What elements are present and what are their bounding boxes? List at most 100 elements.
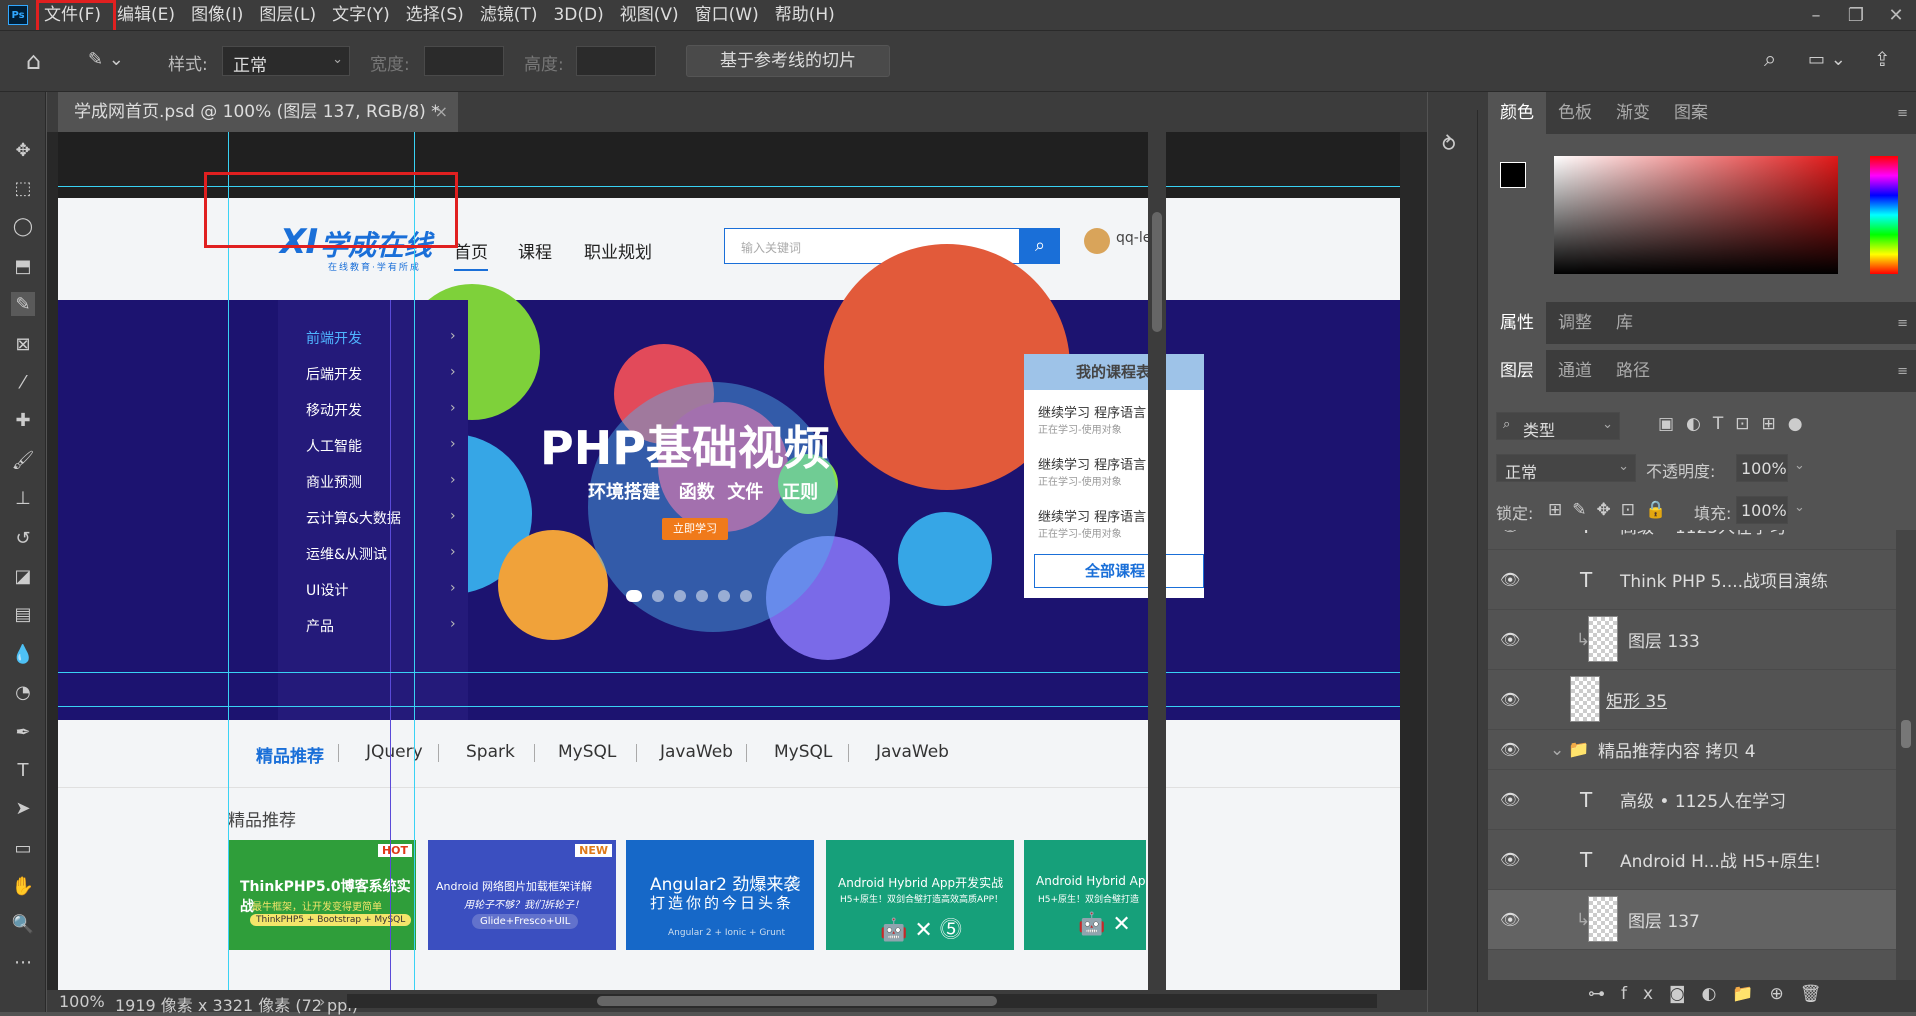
- slice-tool-preset-icon[interactable]: ✎ ⌄: [88, 49, 124, 70]
- menu-type[interactable]: 文字(Y): [324, 0, 398, 30]
- layer-row[interactable]: 👁 ↳ 图层 133: [1488, 610, 1896, 670]
- banner-pager[interactable]: [626, 590, 766, 602]
- history-brush-icon[interactable]: ↺: [11, 526, 35, 550]
- eye-icon[interactable]: 👁: [1500, 690, 1520, 709]
- document-tab[interactable]: 学成网首页.psd @ 100% (图层 137, RGB/8) * ×: [58, 92, 458, 132]
- layer-row[interactable]: 👁 T 高级 • 1125人在学习: [1488, 530, 1896, 550]
- style-select[interactable]: 正常 ⌄: [222, 46, 350, 76]
- eye-icon[interactable]: 👁: [1500, 630, 1520, 649]
- lock-icons[interactable]: ⊞✎✥⊡🔒: [1548, 500, 1676, 520]
- tab-libraries[interactable]: 库: [1604, 302, 1645, 344]
- layer-footer-icons[interactable]: ⊶fx◙◐📁⊕🗑: [1588, 984, 1837, 1004]
- menu-3d[interactable]: 3D(D): [545, 0, 611, 30]
- category-item[interactable]: 前端开发: [306, 328, 362, 348]
- menu-filter[interactable]: 滤镜(T): [472, 0, 546, 30]
- course-card[interactable]: Android Hybrid App H5+原生！双剑合璧打造 🤖 ✕: [1024, 840, 1146, 950]
- course-card[interactable]: HOT ThinkPHP5.0博客系统实战 最牛框架，让开发变得更简单 Thin…: [228, 840, 416, 950]
- foreground-color-swatch[interactable]: [1500, 162, 1526, 188]
- eye-icon[interactable]: 👁: [1500, 910, 1520, 929]
- zoom-level[interactable]: 100%: [59, 992, 105, 1011]
- tab-adjustments[interactable]: 调整: [1546, 302, 1604, 344]
- site-nav-course[interactable]: 课程: [518, 238, 552, 263]
- eye-icon[interactable]: 👁: [1500, 850, 1520, 869]
- object-selection-tool-icon[interactable]: ⬒: [11, 254, 35, 278]
- tab-color[interactable]: 颜色: [1488, 92, 1546, 134]
- menu-layer[interactable]: 图层(L): [251, 0, 324, 30]
- move-tool-icon[interactable]: ✥: [11, 138, 35, 162]
- more-tools-icon[interactable]: ⋯: [11, 950, 35, 974]
- course-card[interactable]: Angular2 劲爆来袭 打造你的今日头条 Angular 2 + Ionic…: [626, 840, 814, 950]
- dodge-tool-icon[interactable]: ◔: [11, 680, 35, 704]
- site-nav-career[interactable]: 职业规划: [584, 238, 652, 263]
- layer-row[interactable]: 👁 矩形 35: [1488, 670, 1896, 730]
- type-tool-icon[interactable]: T: [11, 758, 35, 782]
- gradient-tool-icon[interactable]: ▤: [11, 602, 35, 626]
- color-picker-field[interactable]: [1554, 156, 1838, 274]
- site-nav-home[interactable]: 首页: [454, 238, 488, 271]
- brush-tool-icon[interactable]: 🖌: [11, 448, 35, 472]
- layer-filter-select[interactable]: ⌕ 类型 ⌄: [1496, 412, 1620, 440]
- category-item[interactable]: 产品: [306, 616, 334, 636]
- panel-menu-icon[interactable]: ≡: [1897, 364, 1908, 379]
- layer-row[interactable]: 👁 ⌄ 📁 精品推荐内容 拷贝 4: [1488, 730, 1896, 770]
- chevron-down-icon[interactable]: ⌄: [1794, 458, 1805, 473]
- lasso-tool-icon[interactable]: ◯: [11, 214, 35, 238]
- layer-row[interactable]: 👁 T Think PHP 5....战项目演练: [1488, 550, 1896, 610]
- search-icon[interactable]: ⌕: [1764, 47, 1776, 72]
- course-card[interactable]: Android Hybrid App开发实战 H5+原生！双剑合璧打造高效高质A…: [826, 840, 1014, 950]
- course-card[interactable]: NEW Android 网络图片加载框架详解 用轮子不够？我们拆轮子！ Glid…: [428, 840, 616, 950]
- my-course-item[interactable]: 继续学习 程序语言 正在学习-使用对象: [1038, 454, 1146, 488]
- tab-channels[interactable]: 通道: [1546, 350, 1604, 392]
- tab-gradients[interactable]: 渐变: [1604, 92, 1662, 134]
- restore-icon[interactable]: ❐: [1836, 5, 1876, 26]
- tab-patterns[interactable]: 图案: [1662, 92, 1720, 134]
- eye-icon[interactable]: 👁: [1500, 740, 1520, 759]
- pen-tool-icon[interactable]: ✒: [11, 720, 35, 744]
- share-icon[interactable]: ⇪: [1874, 47, 1891, 71]
- menu-window[interactable]: 窗口(W): [687, 0, 767, 30]
- clone-stamp-icon[interactable]: ⊥: [11, 486, 35, 510]
- fill-input[interactable]: 100%: [1736, 496, 1788, 524]
- category-item[interactable]: 商业预测: [306, 472, 362, 492]
- layer-row-selected[interactable]: 👁 ↳ 图层 137: [1488, 890, 1896, 950]
- slices-from-guides-button[interactable]: 基于参考线的切片: [686, 45, 890, 77]
- workspace-icon[interactable]: ▭ ⌄: [1808, 49, 1846, 70]
- my-course-item[interactable]: 继续学习 程序语言 正在学习-使用对象: [1038, 506, 1146, 540]
- close-tab-icon[interactable]: ×: [435, 92, 448, 132]
- layer-row[interactable]: 👁 T 高级 • 1125人在学习: [1488, 770, 1896, 830]
- eye-icon[interactable]: 👁: [1500, 530, 1520, 535]
- category-item[interactable]: 移动开发: [306, 400, 362, 420]
- home-icon[interactable]: ⌂: [26, 47, 41, 75]
- canvas-vertical-scrollbar[interactable]: [1148, 132, 1166, 992]
- chevron-down-icon[interactable]: ⌄: [1794, 500, 1805, 515]
- tab-swatches[interactable]: 色板: [1546, 92, 1604, 134]
- menu-view[interactable]: 视图(V): [612, 0, 687, 30]
- banner-cta-button[interactable]: 立即学习: [662, 518, 728, 540]
- hue-slider[interactable]: [1870, 156, 1898, 274]
- layer-filter-icons[interactable]: ▣◐T⊡⊞●: [1658, 414, 1815, 434]
- eye-icon[interactable]: 👁: [1500, 790, 1520, 809]
- course-tab[interactable]: 精品推荐: [256, 742, 324, 767]
- category-item[interactable]: 后端开发: [306, 364, 362, 384]
- category-item[interactable]: 运维&从测试: [306, 544, 387, 564]
- eyedropper-tool-icon[interactable]: ⁄: [11, 370, 35, 394]
- layer-row[interactable]: 👁 T Android H...战 H5+原生!: [1488, 830, 1896, 890]
- eraser-tool-icon[interactable]: ◪: [11, 564, 35, 588]
- course-tab[interactable]: MySQL: [774, 742, 832, 762]
- menu-help[interactable]: 帮助(H): [767, 0, 843, 30]
- course-tab[interactable]: JavaWeb: [876, 742, 949, 762]
- close-window-icon[interactable]: ✕: [1876, 5, 1916, 26]
- frame-tool-icon[interactable]: ⊠: [11, 332, 35, 356]
- category-item[interactable]: 云计算&大数据: [306, 508, 401, 528]
- eye-icon[interactable]: 👁: [1500, 570, 1520, 589]
- blur-tool-icon[interactable]: 💧: [11, 642, 35, 666]
- panel-menu-icon[interactable]: ≡: [1897, 316, 1908, 331]
- course-tab[interactable]: Spark: [466, 742, 515, 762]
- slice-tool-icon[interactable]: ✎: [11, 292, 35, 316]
- chevron-right-icon[interactable]: ›: [319, 992, 325, 1011]
- course-tab[interactable]: JavaWeb: [660, 742, 733, 762]
- tab-layers[interactable]: 图层: [1488, 350, 1546, 392]
- category-item[interactable]: UI设计: [306, 580, 348, 600]
- menu-edit[interactable]: 编辑(E): [109, 0, 183, 30]
- all-courses-button[interactable]: 全部课程: [1034, 554, 1204, 588]
